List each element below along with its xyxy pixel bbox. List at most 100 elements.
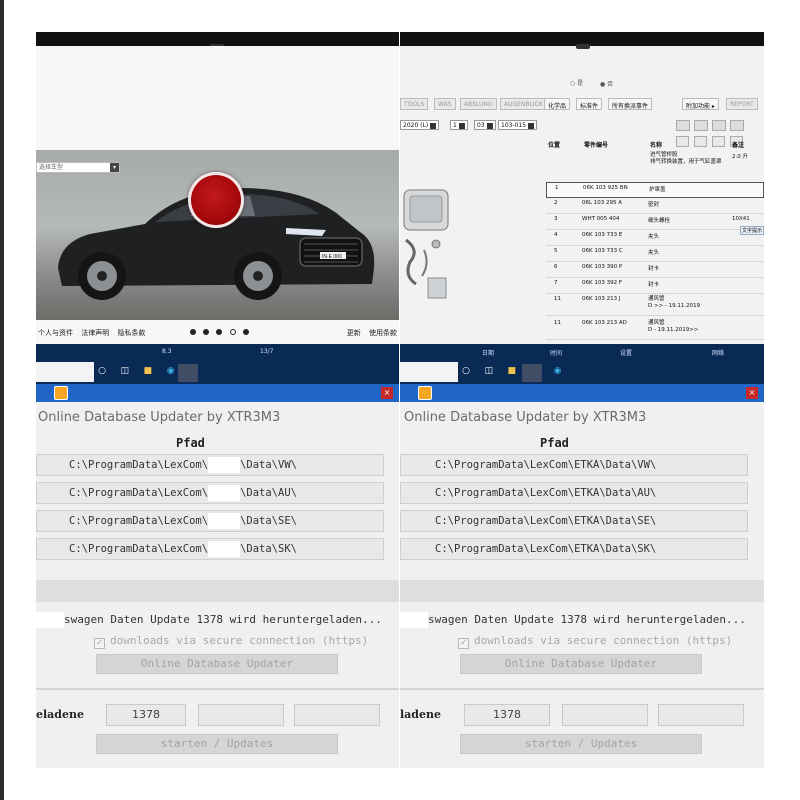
path-field-se[interactable]: C:\ProgramData\LexCom\ETKA\Data\SE\ [400,510,748,532]
col-pos: 位置 [548,142,561,149]
settings-icon[interactable] [730,120,744,131]
start-update-button[interactable]: starten / Updates [460,734,702,754]
list-icon[interactable] [676,136,689,147]
https-checkbox[interactable]: ✓ downloads via secure connection (https) [458,634,732,649]
checkbox-icon[interactable]: ✓ [458,638,469,649]
table-row[interactable]: 4 06K 103 733 E 夹头 [546,230,764,246]
carousel-dots [190,329,254,337]
task-view-icon[interactable]: ◫ [119,366,131,376]
model-select-text: 选择车型 [39,164,64,171]
footer-link[interactable]: 隐私条款 [117,329,145,337]
table-row[interactable]: 5 06K 103 733 C 夹头 [546,246,764,262]
table-row[interactable]: 11 06K 103 213 AD 通风管 D - 19.11.2019>> [546,318,764,340]
row-name: 护罩盖 [649,187,666,193]
edge-icon[interactable]: ◉ [552,366,564,376]
carousel-dot[interactable] [190,329,196,335]
footer-link[interactable]: 使用条款 [369,329,397,337]
table-row[interactable]: 3 WHT 005 404 细头螺栓 10X41 [546,214,764,230]
row-pos: 2 [554,200,558,206]
path-field-sk[interactable]: C:\ProgramData\LexCom\ \Data\SK\ [36,538,384,560]
carousel-dot-active[interactable] [229,329,236,335]
table-row[interactable]: 2 06L 103 295 A 密封 [546,198,764,214]
tab-chemicals[interactable]: 化学品 [544,98,571,110]
red-action-button[interactable] [188,172,244,228]
path-field-se[interactable]: C:\ProgramData\LexCom\ \Data\SE\ [36,510,384,532]
radio-group[interactable]: ○ 是 ● 否 [570,78,613,88]
taskbar-readout: 时间 [550,350,563,357]
footer-link[interactable]: 更新 [347,329,361,337]
status-text: swagen Daten Update 1378 wird herunterge… [36,610,382,630]
illustration-select[interactable]: 103-015 [498,120,538,130]
print-icon[interactable] [676,120,690,131]
assembly-remark: 2.0 升 [732,154,748,160]
checkbox-icon[interactable]: ✓ [94,638,105,649]
app-icon[interactable] [418,386,432,400]
col-remark: 备注 [732,142,745,149]
tab-extra-functions[interactable]: 附加功能 ▸ [682,98,719,110]
sub-group-select[interactable]: 03 [474,120,496,130]
https-checkbox[interactable]: ✓ downloads via secure connection (https) [94,634,368,649]
path-field-au[interactable]: C:\ProgramData\LexCom\ \Data\AU\ [36,482,384,504]
empty-field[interactable] [198,704,284,726]
search-box[interactable] [400,362,458,382]
search-icon[interactable]: ○ [96,366,108,376]
radio-no[interactable]: ● 否 [600,79,613,88]
zoom-icon[interactable] [712,120,726,131]
table-row[interactable]: 11 06K 103 213 J 通风管 D >> - 19.11.2019 [546,294,764,316]
empty-field[interactable] [658,704,744,726]
close-icon[interactable]: × [746,387,758,399]
row-pos: 4 [554,232,558,238]
app-icon[interactable] [54,386,68,400]
nav-icon[interactable] [694,136,707,147]
file-explorer-icon[interactable]: ■ [506,366,518,376]
version-field[interactable]: 1378 [464,704,550,726]
search-icon[interactable]: ○ [460,366,472,376]
close-icon[interactable]: × [381,387,393,399]
app-icon[interactable] [522,364,542,382]
search-box[interactable] [36,362,94,382]
footer-link[interactable]: 个人与资件 [38,329,73,337]
tab-augenblick[interactable]: AUGENBLICK [500,98,547,110]
tab-report[interactable]: REPORT [726,98,758,110]
taskbar-readout: 网络 [712,350,725,357]
row-pos: 11 [554,296,561,302]
tab-was[interactable]: WAS [434,98,456,110]
start-update-button[interactable]: starten / Updates [96,734,338,754]
path-field-vw[interactable]: C:\ProgramData\LexCom\ \Data\VW\ [36,454,384,476]
path-prefix: C:\ProgramData\LexCom\ [69,543,209,555]
path-prefix: C:\ProgramData\LexCom\ [69,459,209,471]
path-field-au[interactable]: C:\ProgramData\LexCom\ETKA\Data\AU\ [400,482,748,504]
copy-icon[interactable] [694,120,708,131]
tab-abslung[interactable]: ABSLUNG [460,98,497,110]
version-field[interactable]: 1378 [106,704,186,726]
empty-field[interactable] [294,704,380,726]
path-suffix: \Data\AU\ [240,487,297,499]
carousel-dot[interactable] [242,329,249,335]
task-view-icon[interactable]: ◫ [483,366,495,376]
nav-icon[interactable] [712,136,725,147]
main-group-select[interactable]: 1 [450,120,468,130]
file-explorer-icon[interactable]: ■ [142,366,154,376]
path-suffix: \Data\VW\ [240,459,297,471]
app-icon[interactable] [178,364,198,382]
path-field-sk[interactable]: C:\ProgramData\LexCom\ETKA\Data\SK\ [400,538,748,560]
table-row[interactable]: 1 06K 103 925 BN 护罩盖 [546,182,764,198]
carousel-dot[interactable] [203,329,210,335]
tab-tools[interactable]: TOOLS [400,98,429,110]
empty-field[interactable] [562,704,648,726]
separator [36,688,399,690]
tab-replacement-events[interactable]: 所有换派事件 [608,98,653,110]
col-name: 名称 [650,142,663,149]
table-row[interactable]: 7 06K 103 392 F 封卡 [546,278,764,294]
field-label: ladene [400,708,441,721]
carousel-dot[interactable] [216,329,223,335]
table-row[interactable]: 6 06K 103 390 P 封卡 [546,262,764,278]
tab-bar: TOOLS WAS ABSLUNG AUGENBLICK 化学品 标准件 所有换… [400,98,764,110]
year-select[interactable]: 2020 (L) [400,120,440,130]
edge-icon[interactable]: ◉ [165,366,177,376]
online-updater-button[interactable]: Online Database Updater [96,654,338,674]
footer-link[interactable]: 法律声明 [81,329,109,337]
path-field-vw[interactable]: C:\ProgramData\LexCom\ETKA\Data\VW\ [400,454,748,476]
online-updater-button[interactable]: Online Database Updater [460,654,702,674]
tab-standard-parts[interactable]: 标准件 [576,98,603,110]
